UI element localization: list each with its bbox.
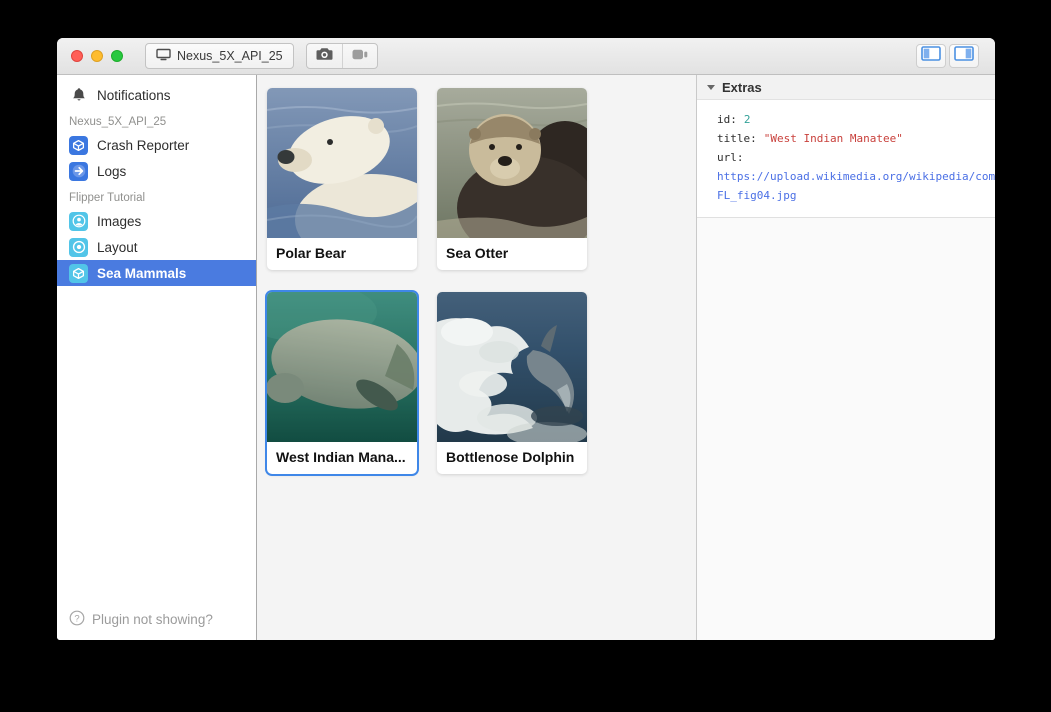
- minimize-window-button[interactable]: [91, 50, 103, 62]
- sidebar-section-device: Nexus_5X_API_25: [57, 108, 256, 132]
- sidebar-item-notifications[interactable]: Notifications: [57, 82, 256, 108]
- title-bar: Nexus_5X_API_25: [57, 38, 995, 75]
- card-title: West Indian Mana...: [267, 442, 417, 474]
- card-title: Sea Otter: [437, 238, 587, 270]
- capture-button-group: [306, 43, 378, 69]
- cube-icon: [69, 264, 88, 283]
- extras-title: Extras: [722, 80, 762, 95]
- sidebar-item-sea-mammals[interactable]: Sea Mammals: [57, 260, 256, 286]
- dolphin-photo: [437, 292, 587, 442]
- polar-bear-photo: [267, 88, 417, 238]
- sidebar-item-label: Crash Reporter: [97, 138, 189, 153]
- question-circle-icon: ?: [69, 610, 85, 629]
- right-panel-toggle-button[interactable]: [949, 44, 979, 68]
- traffic-lights: [71, 50, 123, 62]
- sidebar-item-label: Logs: [97, 164, 126, 179]
- sidebar-item-crash-reporter[interactable]: Crash Reporter: [57, 132, 256, 158]
- left-panel-toggle-button[interactable]: [916, 44, 946, 68]
- screenshot-button[interactable]: [307, 44, 342, 68]
- video-camera-icon: [352, 47, 368, 65]
- card-title: Polar Bear: [267, 238, 417, 270]
- panel-toggles: [916, 44, 979, 68]
- card-bottlenose-dolphin[interactable]: Bottlenose Dolphin: [437, 292, 587, 474]
- sidebar-item-label: Sea Mammals: [97, 266, 186, 281]
- inspector-row-title[interactable]: title:"West Indian Manatee": [717, 129, 995, 148]
- sea-otter-photo: [437, 88, 587, 238]
- extras-panel: Extras id:2 title:"West Indian Manatee" …: [696, 75, 995, 640]
- camera-icon: [316, 47, 333, 66]
- plugin-help-link[interactable]: ? Plugin not showing?: [57, 599, 256, 640]
- bell-icon: [69, 86, 88, 105]
- sidebar-section-tutorial: Flipper Tutorial: [57, 184, 256, 208]
- sidebar-item-label: Notifications: [97, 88, 171, 103]
- sidebar-item-logs[interactable]: Logs: [57, 158, 256, 184]
- flipper-window: Nexus_5X_API_25: [57, 38, 995, 640]
- zoom-window-button[interactable]: [111, 50, 123, 62]
- panel-left-icon: [921, 46, 941, 66]
- close-window-button[interactable]: [71, 50, 83, 62]
- extras-header[interactable]: Extras: [697, 75, 995, 100]
- plugin-content: Polar Bear: [257, 75, 696, 640]
- cube-icon: [69, 136, 88, 155]
- card-title: Bottlenose Dolphin: [437, 442, 587, 474]
- card-west-indian-manatee[interactable]: West Indian Mana...: [267, 292, 417, 474]
- screen-record-button[interactable]: [342, 44, 377, 68]
- plugin-help-label: Plugin not showing?: [92, 612, 213, 627]
- inspector-row-id[interactable]: id:2: [717, 110, 995, 129]
- arrow-right-icon: [69, 162, 88, 181]
- card-polar-bear[interactable]: Polar Bear: [267, 88, 417, 270]
- device-tab[interactable]: Nexus_5X_API_25: [145, 43, 294, 69]
- svg-text:?: ?: [74, 613, 79, 624]
- panel-right-icon: [954, 46, 974, 66]
- inspector-row-url-value[interactable]: https://upload.wikimedia.org/wikipedia/c…: [717, 167, 995, 186]
- sidebar-item-layout[interactable]: Layout: [57, 234, 256, 260]
- plugin-sidebar: Notifications Nexus_5X_API_25 Crash Repo…: [57, 75, 257, 640]
- inspector-row-url[interactable]: url:: [717, 148, 995, 167]
- device-tab-label: Nexus_5X_API_25: [177, 49, 283, 63]
- chevron-down-icon: [707, 85, 715, 90]
- sidebar-item-label: Images: [97, 214, 141, 229]
- manatee-photo: [267, 292, 417, 442]
- data-inspector: id:2 title:"West Indian Manatee" url: ht…: [697, 100, 995, 218]
- sidebar-item-images[interactable]: Images: [57, 208, 256, 234]
- sidebar-item-label: Layout: [97, 240, 138, 255]
- inspector-row-url-value-2[interactable]: FL_fig04.jpg: [717, 186, 995, 205]
- user-circle-icon: [69, 212, 88, 231]
- monitor-icon: [156, 48, 171, 64]
- card-sea-otter[interactable]: Sea Otter: [437, 88, 587, 270]
- target-icon: [69, 238, 88, 257]
- mammal-card-grid: Polar Bear: [267, 88, 696, 474]
